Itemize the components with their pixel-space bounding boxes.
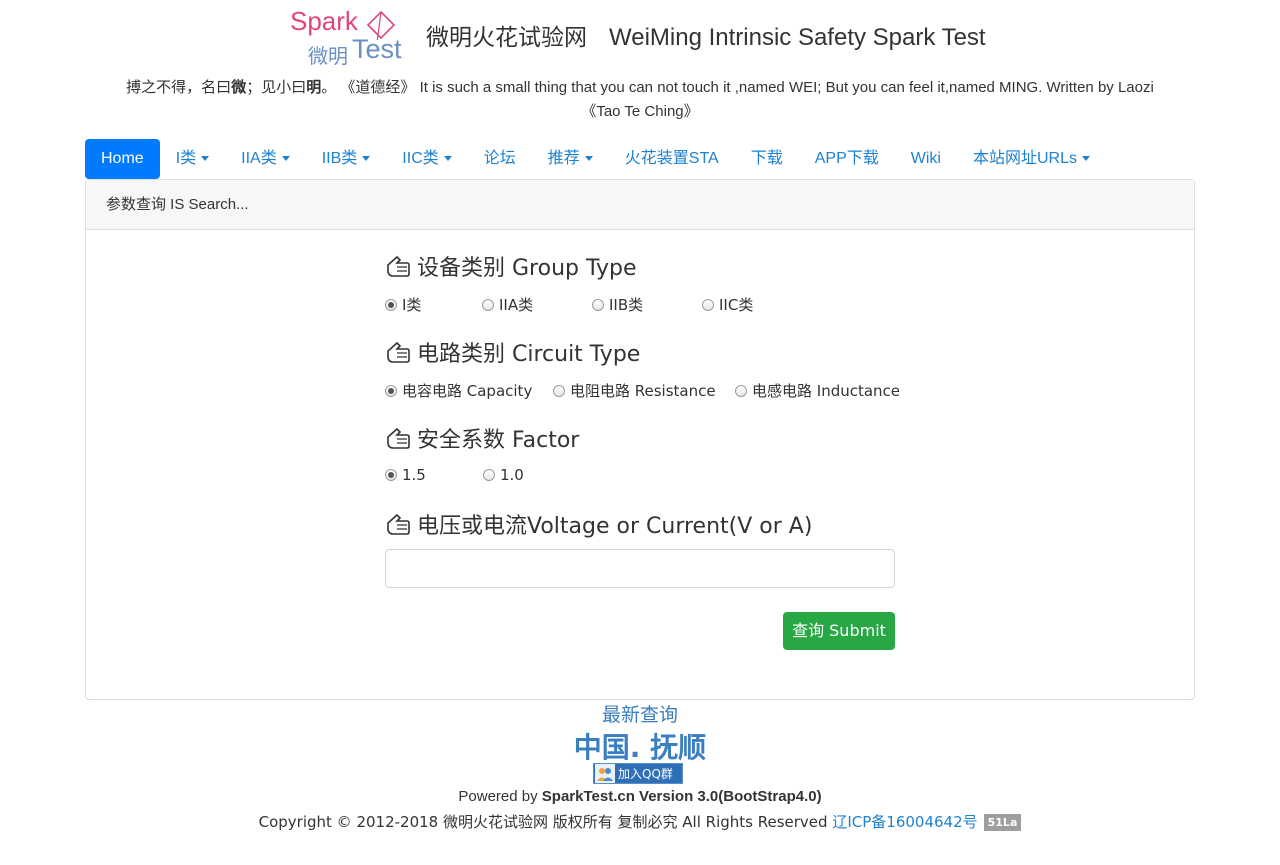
latest-query-link[interactable]: 最新查询 [0,700,1280,727]
nav-item-spark-sta[interactable]: 火花装置STA [609,139,735,179]
radio-group-iib[interactable]: IIB类 [592,294,702,315]
qq-group-label: 加入QQ群 [618,767,673,781]
nav-item-group-iic[interactable]: IIC类 [386,139,467,179]
circuit-type-label: 电路类别 Circuit Type [417,342,641,367]
logo-weiming-text: 微明 [308,44,348,68]
voltage-current-title: 电压或电流Voltage or Current(V or A) [385,508,812,540]
site-title-cn: 微明火花试验网 [426,25,587,51]
nav-item-label: I类 [175,150,197,167]
factor-title: 安全系数 Factor [385,422,579,454]
radio-button[interactable] [553,384,565,397]
radio-factor-1-5[interactable]: 1.5 [385,466,483,484]
caret-down-icon [201,156,210,162]
radio-circuit-inductance[interactable]: 电感电路 Inductance [735,380,900,401]
nav-item-group-iib[interactable]: IIB类 [306,139,387,179]
nav-item-label: 推荐 [547,150,580,167]
nav-item-home[interactable]: Home [85,139,160,179]
card-header: 参数查询 IS Search... [86,180,1194,230]
nav-item-app-download[interactable]: APP下载 [799,139,895,179]
circuit-type-title: 电路类别 Circuit Type [385,336,640,368]
hand-pointer-icon [387,427,410,449]
radio-label: I类 [402,296,422,314]
circuit-type-options: 电容电路 Capacity 电阻电路 Resistance 电感电路 Induc… [385,380,900,401]
caret-down-icon [1082,156,1090,162]
nav-item-download[interactable]: 下载 [735,139,799,179]
group-type-options: I类 IIA类 IIB类 IIC类 [385,294,753,315]
copyright-text: Copyright © 2012-2018 微明火花试验网 版权所有 复制必究 … [258,813,833,831]
join-qq-group-button[interactable]: 加入QQ群 [593,763,683,784]
motto-ming: 明 [306,79,322,96]
voltage-current-input[interactable] [385,549,895,588]
radio-label: 电感电路 Inductance [752,382,901,400]
main-nav: Home I类 IIA类 IIB类 IIC类 论坛 推荐 火花装置STA 下载 … [85,139,1106,179]
logo-test-text: Test [352,34,402,64]
hand-pointer-icon [387,255,410,277]
logo-spark-text: Spark [290,6,358,36]
motto-wei: 微 [231,79,247,96]
site-logo[interactable]: Spark 微明 Test [288,4,412,74]
radio-label: 1.0 [500,466,524,484]
factor-options: 1.5 1.0 [385,466,524,484]
motto-part3: 。 《道德经》 It is such a small thing that yo… [321,79,1154,120]
radio-circuit-capacity[interactable]: 电容电路 Capacity [385,380,553,401]
caret-down-icon [281,156,290,162]
caret-down-icon [584,156,593,162]
site-title: 微明火花试验网 WeiMing Intrinsic Safety Spark Te… [426,18,986,52]
powered-prefix: Powered by [458,788,542,805]
nav-item-group-iia[interactable]: IIA类 [225,139,306,179]
nav-item-label: IIB类 [321,150,358,167]
hand-pointer-icon [387,341,410,363]
radio-group-i[interactable]: I类 [385,294,482,315]
site-title-en: WeiMing Intrinsic Safety Spark Test [609,24,986,51]
radio-group-iic[interactable]: IIC类 [702,294,753,315]
radio-label: 电阻电路 Resistance [570,382,716,400]
radio-button[interactable] [482,298,494,311]
radio-button[interactable] [735,384,747,397]
nav-item-label: IIA类 [241,150,277,167]
copyright: Copyright © 2012-2018 微明火花试验网 版权所有 复制必究 … [0,811,1280,832]
nav-item-site-urls[interactable]: 本站网址URLs [957,139,1106,179]
nav-item-recommend[interactable]: 推荐 [532,139,609,179]
powered-by: Powered by SparkTest.cn Version 3.0(Boot… [0,788,1280,805]
city-label: 中国. 抚顺 [573,731,707,764]
powered-version: SparkTest.cn Version 3.0(BootStrap4.0) [541,788,822,805]
group-type-title: 设备类别 Group Type [385,250,637,282]
motto-part2: ；见小曰 [246,79,307,96]
radio-label: 电容电路 Capacity [402,382,533,400]
hand-pointer-icon [387,513,410,535]
radio-label: IIB类 [609,296,644,314]
site-motto: 搏之不得，名曰微；见小曰明。 《道德经》 It is such a small … [110,76,1170,124]
nav-item-label: IIC类 [402,150,439,167]
radio-button-checked[interactable] [385,298,397,311]
site-header: Spark 微明 Test 微明火花试验网 WeiMing Intrinsic S… [0,0,1280,75]
nav-item-group-i[interactable]: I类 [160,139,225,179]
radio-circuit-resistance[interactable]: 电阻电路 Resistance [553,380,735,401]
nav-item-forum[interactable]: 论坛 [468,139,532,179]
stats-badge[interactable]: 51La [983,814,1022,831]
submit-button[interactable]: 查询 Submit [783,612,895,650]
nav-item-wiki[interactable]: Wiki [895,139,957,179]
search-card: 参数查询 IS Search... [85,179,1195,700]
caret-down-icon [362,156,371,162]
radio-group-iia[interactable]: IIA类 [482,294,592,315]
caret-down-icon [443,156,452,162]
icp-link[interactable]: 辽ICP备16004642号 [832,813,977,831]
voltage-current-label: 电压或电流Voltage or Current(V or A) [417,514,813,539]
radio-button[interactable] [702,298,714,311]
radio-label: IIC类 [719,296,754,314]
radio-button-checked[interactable] [385,469,397,481]
nav-item-label: 本站网址URLs [972,150,1077,167]
radio-button[interactable] [483,469,495,481]
radio-label: 1.5 [402,466,426,484]
group-type-label: 设备类别 Group Type [417,256,637,281]
factor-label: 安全系数 Factor [417,428,580,453]
qq-group-icon [595,764,615,783]
radio-button[interactable] [592,298,604,311]
motto-part1: 搏之不得，名曰 [126,79,232,96]
radio-label: IIA类 [499,296,534,314]
radio-factor-1-0[interactable]: 1.0 [483,466,524,484]
radio-button-checked[interactable] [385,384,397,397]
